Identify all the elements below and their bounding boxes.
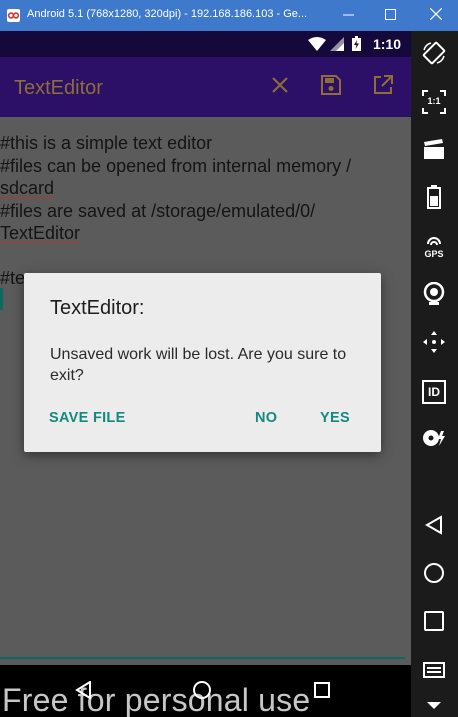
watermark-text: Free for personal use [2, 682, 311, 717]
minimize-button[interactable] [327, 0, 369, 31]
pixel-perfect-icon: 1:1 [422, 90, 446, 114]
dialog-message: Unsaved work will be lost. Are you sure … [50, 346, 347, 384]
editor-line: #files can be opened from internal memor… [0, 155, 352, 176]
recents-icon [424, 610, 444, 636]
device-id-button[interactable]: ID [421, 379, 447, 405]
battery-tool-icon [427, 184, 441, 214]
rotate-icon [422, 41, 446, 70]
disk-button[interactable] [421, 427, 447, 453]
disk-icon [422, 427, 446, 454]
open-external-icon [373, 74, 393, 100]
home-icon [423, 562, 445, 589]
pixel-perfect-label: 1:1 [427, 96, 441, 106]
sidebar-menu-button[interactable] [421, 659, 447, 685]
editor-line-misspelled: sdcard [0, 178, 55, 198]
status-time: 1:10 [372, 36, 401, 52]
editor-content[interactable]: #this is a simple text editor #files can… [0, 132, 405, 290]
android-device: 1:10 TextEditor #this is a simple text e… [0, 31, 411, 717]
pixel-perfect-button[interactable]: 1:1 [421, 89, 447, 115]
sidebar-back-button[interactable] [421, 514, 447, 540]
app-logo-icon [7, 9, 20, 22]
webcam-button[interactable] [421, 281, 447, 311]
battery-icon [352, 36, 361, 56]
text-cursor[interactable] [0, 288, 3, 310]
wifi-icon [308, 37, 326, 56]
sidebar-recents-button[interactable] [421, 610, 447, 636]
editor-underline [0, 657, 405, 659]
close-icon [429, 7, 442, 25]
device-id-icon: ID [422, 380, 446, 404]
webcam-icon [423, 281, 445, 311]
exit-confirm-dialog: TextEditor: Unsaved work will be lost. A… [24, 273, 381, 452]
editor-line: #files are saved at /storage/emulated/0/ [0, 200, 316, 221]
back-icon [424, 514, 443, 540]
close-icon [272, 76, 288, 98]
save-file-button[interactable]: SAVE FILE [49, 410, 126, 426]
camera-icon [423, 138, 445, 164]
status-bar: 1:10 [0, 31, 411, 57]
recents-icon [314, 681, 330, 703]
close-file-button[interactable] [267, 74, 293, 100]
save-icon [321, 74, 341, 100]
menu-icon [423, 661, 445, 683]
sidebar-home-button[interactable] [421, 562, 447, 588]
rotate-button[interactable] [421, 41, 447, 70]
nav-recents-button[interactable] [310, 680, 334, 704]
window-title: Android 5.1 (768x1280, 320dpi) - 192.168… [27, 8, 308, 20]
editor-line: #this is a simple text editor [0, 133, 213, 153]
maximize-icon [384, 7, 396, 25]
gps-icon: GPS [421, 235, 447, 261]
app-bar: TextEditor [0, 57, 411, 117]
app-title: TextEditor [14, 77, 103, 99]
device-id-label: ID [428, 385, 440, 399]
sidebar-more-button[interactable] [421, 693, 447, 717]
dpad-button[interactable] [421, 330, 447, 359]
open-external-button[interactable] [370, 74, 396, 100]
more-icon [427, 697, 441, 715]
window-titlebar: Android 5.1 (768x1280, 320dpi) - 192.168… [0, 0, 458, 31]
emulator-screen: Android 5.1 (768x1280, 320dpi) - 192.168… [0, 0, 458, 717]
gps-button[interactable]: GPS [421, 235, 447, 261]
maximize-button[interactable] [369, 0, 411, 31]
signal-icon [330, 37, 344, 56]
minimize-icon [342, 7, 354, 25]
save-button[interactable] [318, 74, 344, 100]
close-window-button[interactable] [413, 0, 458, 31]
no-button[interactable]: NO [255, 410, 277, 426]
gps-label: GPS [424, 249, 444, 259]
editor-line-misspelled: TextEditor [0, 223, 81, 243]
editor-line-partial: #te [0, 268, 26, 288]
dialog-title: TextEditor: [50, 297, 145, 319]
yes-button[interactable]: YES [320, 410, 350, 426]
battery-button[interactable] [421, 184, 447, 214]
emulator-toolbar: 1:1 GPS ID [411, 31, 458, 717]
dpad-icon [422, 330, 446, 359]
capture-button[interactable] [421, 138, 447, 164]
